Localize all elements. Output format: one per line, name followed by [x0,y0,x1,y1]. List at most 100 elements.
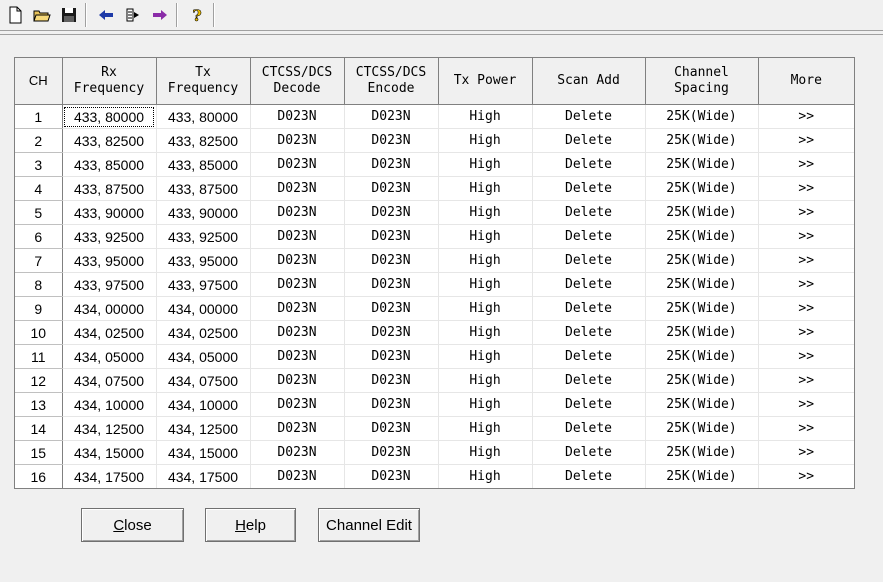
cell-channel-spacing[interactable]: 25K(Wide) [645,416,759,441]
cell-scan-add[interactable]: Delete [532,464,646,488]
cell-rx-frequency[interactable]: 433, 85000 [62,152,157,177]
cell-rx-frequency[interactable]: 434, 07500 [62,368,157,393]
cell-channel-spacing[interactable]: 25K(Wide) [645,176,759,201]
cell-rx-frequency[interactable]: 433, 92500 [62,224,157,249]
cell-tx-power[interactable]: High [438,464,533,488]
cell-encode[interactable]: D023N [344,296,439,321]
cell-more[interactable]: >> [758,296,854,321]
cell-tx-frequency[interactable]: 434, 02500 [156,320,251,345]
cell-decode[interactable]: D023N [250,416,345,441]
cell-tx-power[interactable]: High [438,176,533,201]
channel-grid[interactable]: CH Rx Frequency Tx Frequency CTCSS/DCS Deco… [14,57,855,489]
table-row[interactable]: 2 433, 82500 433, 82500 D023N D023N High Delet… [15,128,854,153]
cell-tx-power[interactable]: High [438,200,533,225]
cell-tx-power[interactable]: High [438,344,533,369]
cell-ch[interactable]: 10 [15,320,63,345]
cell-scan-add[interactable]: Delete [532,296,646,321]
cell-decode[interactable]: D023N [250,272,345,297]
arrow-right-icon[interactable] [148,3,172,27]
cell-scan-add[interactable]: Delete [532,272,646,297]
cell-channel-spacing[interactable]: 25K(Wide) [645,224,759,249]
cell-encode[interactable]: D023N [344,272,439,297]
cell-tx-frequency[interactable]: 434, 07500 [156,368,251,393]
cell-channel-spacing[interactable]: 25K(Wide) [645,104,759,129]
table-row[interactable]: 12 434, 07500 434, 07500 D023N D023N High Dele… [15,368,854,393]
cell-channel-spacing[interactable]: 25K(Wide) [645,320,759,345]
cell-decode[interactable]: D023N [250,176,345,201]
table-row[interactable]: 7 433, 95000 433, 95000 D023N D023N High Delet… [15,248,854,273]
cell-more[interactable]: >> [758,320,854,345]
write-to-radio-icon[interactable] [121,3,145,27]
cell-decode[interactable]: D023N [250,392,345,417]
table-row[interactable]: 11 434, 05000 434, 05000 D023N D023N High Dele… [15,344,854,369]
cell-encode[interactable]: D023N [344,176,439,201]
cell-tx-power[interactable]: High [438,440,533,465]
cell-ch[interactable]: 5 [15,200,63,225]
cell-more[interactable]: >> [758,464,854,488]
close-button[interactable]: Close [81,508,184,542]
cell-more[interactable]: >> [758,416,854,441]
cell-scan-add[interactable]: Delete [532,104,646,129]
cell-ch[interactable]: 3 [15,152,63,177]
cell-more[interactable]: >> [758,104,854,129]
cell-ch[interactable]: 7 [15,248,63,273]
cell-tx-power[interactable]: High [438,128,533,153]
cell-tx-frequency[interactable]: 433, 97500 [156,272,251,297]
cell-more[interactable]: >> [758,248,854,273]
cell-more[interactable]: >> [758,440,854,465]
cell-channel-spacing[interactable]: 25K(Wide) [645,368,759,393]
cell-tx-frequency[interactable]: 434, 00000 [156,296,251,321]
table-row[interactable]: 6 433, 92500 433, 92500 D023N D023N High Delet… [15,224,854,249]
cell-decode[interactable]: D023N [250,320,345,345]
cell-ch[interactable]: 14 [15,416,63,441]
cell-scan-add[interactable]: Delete [532,416,646,441]
cell-tx-frequency[interactable]: 433, 85000 [156,152,251,177]
cell-encode[interactable]: D023N [344,344,439,369]
cell-rx-frequency[interactable]: 434, 00000 [62,296,157,321]
cell-encode[interactable]: D023N [344,248,439,273]
cell-channel-spacing[interactable]: 25K(Wide) [645,248,759,273]
cell-rx-frequency[interactable]: 434, 10000 [62,392,157,417]
cell-encode[interactable]: D023N [344,152,439,177]
cell-tx-power[interactable]: High [438,392,533,417]
cell-scan-add[interactable]: Delete [532,368,646,393]
cell-channel-spacing[interactable]: 25K(Wide) [645,440,759,465]
channel-edit-button[interactable]: Channel Edit [318,508,420,542]
table-row[interactable]: 10 434, 02500 434, 02500 D023N D023N High Dele… [15,320,854,345]
cell-channel-spacing[interactable]: 25K(Wide) [645,152,759,177]
cell-tx-frequency[interactable]: 433, 95000 [156,248,251,273]
table-row[interactable]: 1 433, 80000 433, 80000 D023N D023N High Delet… [15,104,854,129]
cell-tx-frequency[interactable]: 434, 12500 [156,416,251,441]
cell-encode[interactable]: D023N [344,368,439,393]
table-row[interactable]: 5 433, 90000 433, 90000 D023N D023N High Delet… [15,200,854,225]
cell-more[interactable]: >> [758,344,854,369]
cell-rx-frequency[interactable]: 434, 15000 [62,440,157,465]
cell-encode[interactable]: D023N [344,200,439,225]
cell-rx-frequency[interactable]: 433, 87500 [62,176,157,201]
cell-tx-frequency[interactable]: 434, 17500 [156,464,251,488]
cell-ch[interactable]: 12 [15,368,63,393]
cell-encode[interactable]: D023N [344,224,439,249]
cell-more[interactable]: >> [758,128,854,153]
column-header-channel-spacing[interactable]: Channel Spacing [645,58,759,105]
cell-scan-add[interactable]: Delete [532,224,646,249]
cell-decode[interactable]: D023N [250,152,345,177]
cell-more[interactable]: >> [758,272,854,297]
cell-ch[interactable]: 16 [15,464,63,488]
cell-decode[interactable]: D023N [250,464,345,488]
cell-ch[interactable]: 8 [15,272,63,297]
cell-scan-add[interactable]: Delete [532,344,646,369]
column-header-decode[interactable]: CTCSS/DCS Decode [250,58,345,105]
cell-more[interactable]: >> [758,368,854,393]
cell-channel-spacing[interactable]: 25K(Wide) [645,200,759,225]
cell-tx-frequency[interactable]: 434, 10000 [156,392,251,417]
new-file-icon[interactable] [3,3,27,27]
cell-channel-spacing[interactable]: 25K(Wide) [645,128,759,153]
cell-decode[interactable]: D023N [250,248,345,273]
cell-tx-power[interactable]: High [438,248,533,273]
cell-more[interactable]: >> [758,224,854,249]
save-icon[interactable] [57,3,81,27]
cell-more[interactable]: >> [758,176,854,201]
cell-rx-frequency[interactable]: 434, 17500 [62,464,157,488]
cell-ch[interactable]: 6 [15,224,63,249]
